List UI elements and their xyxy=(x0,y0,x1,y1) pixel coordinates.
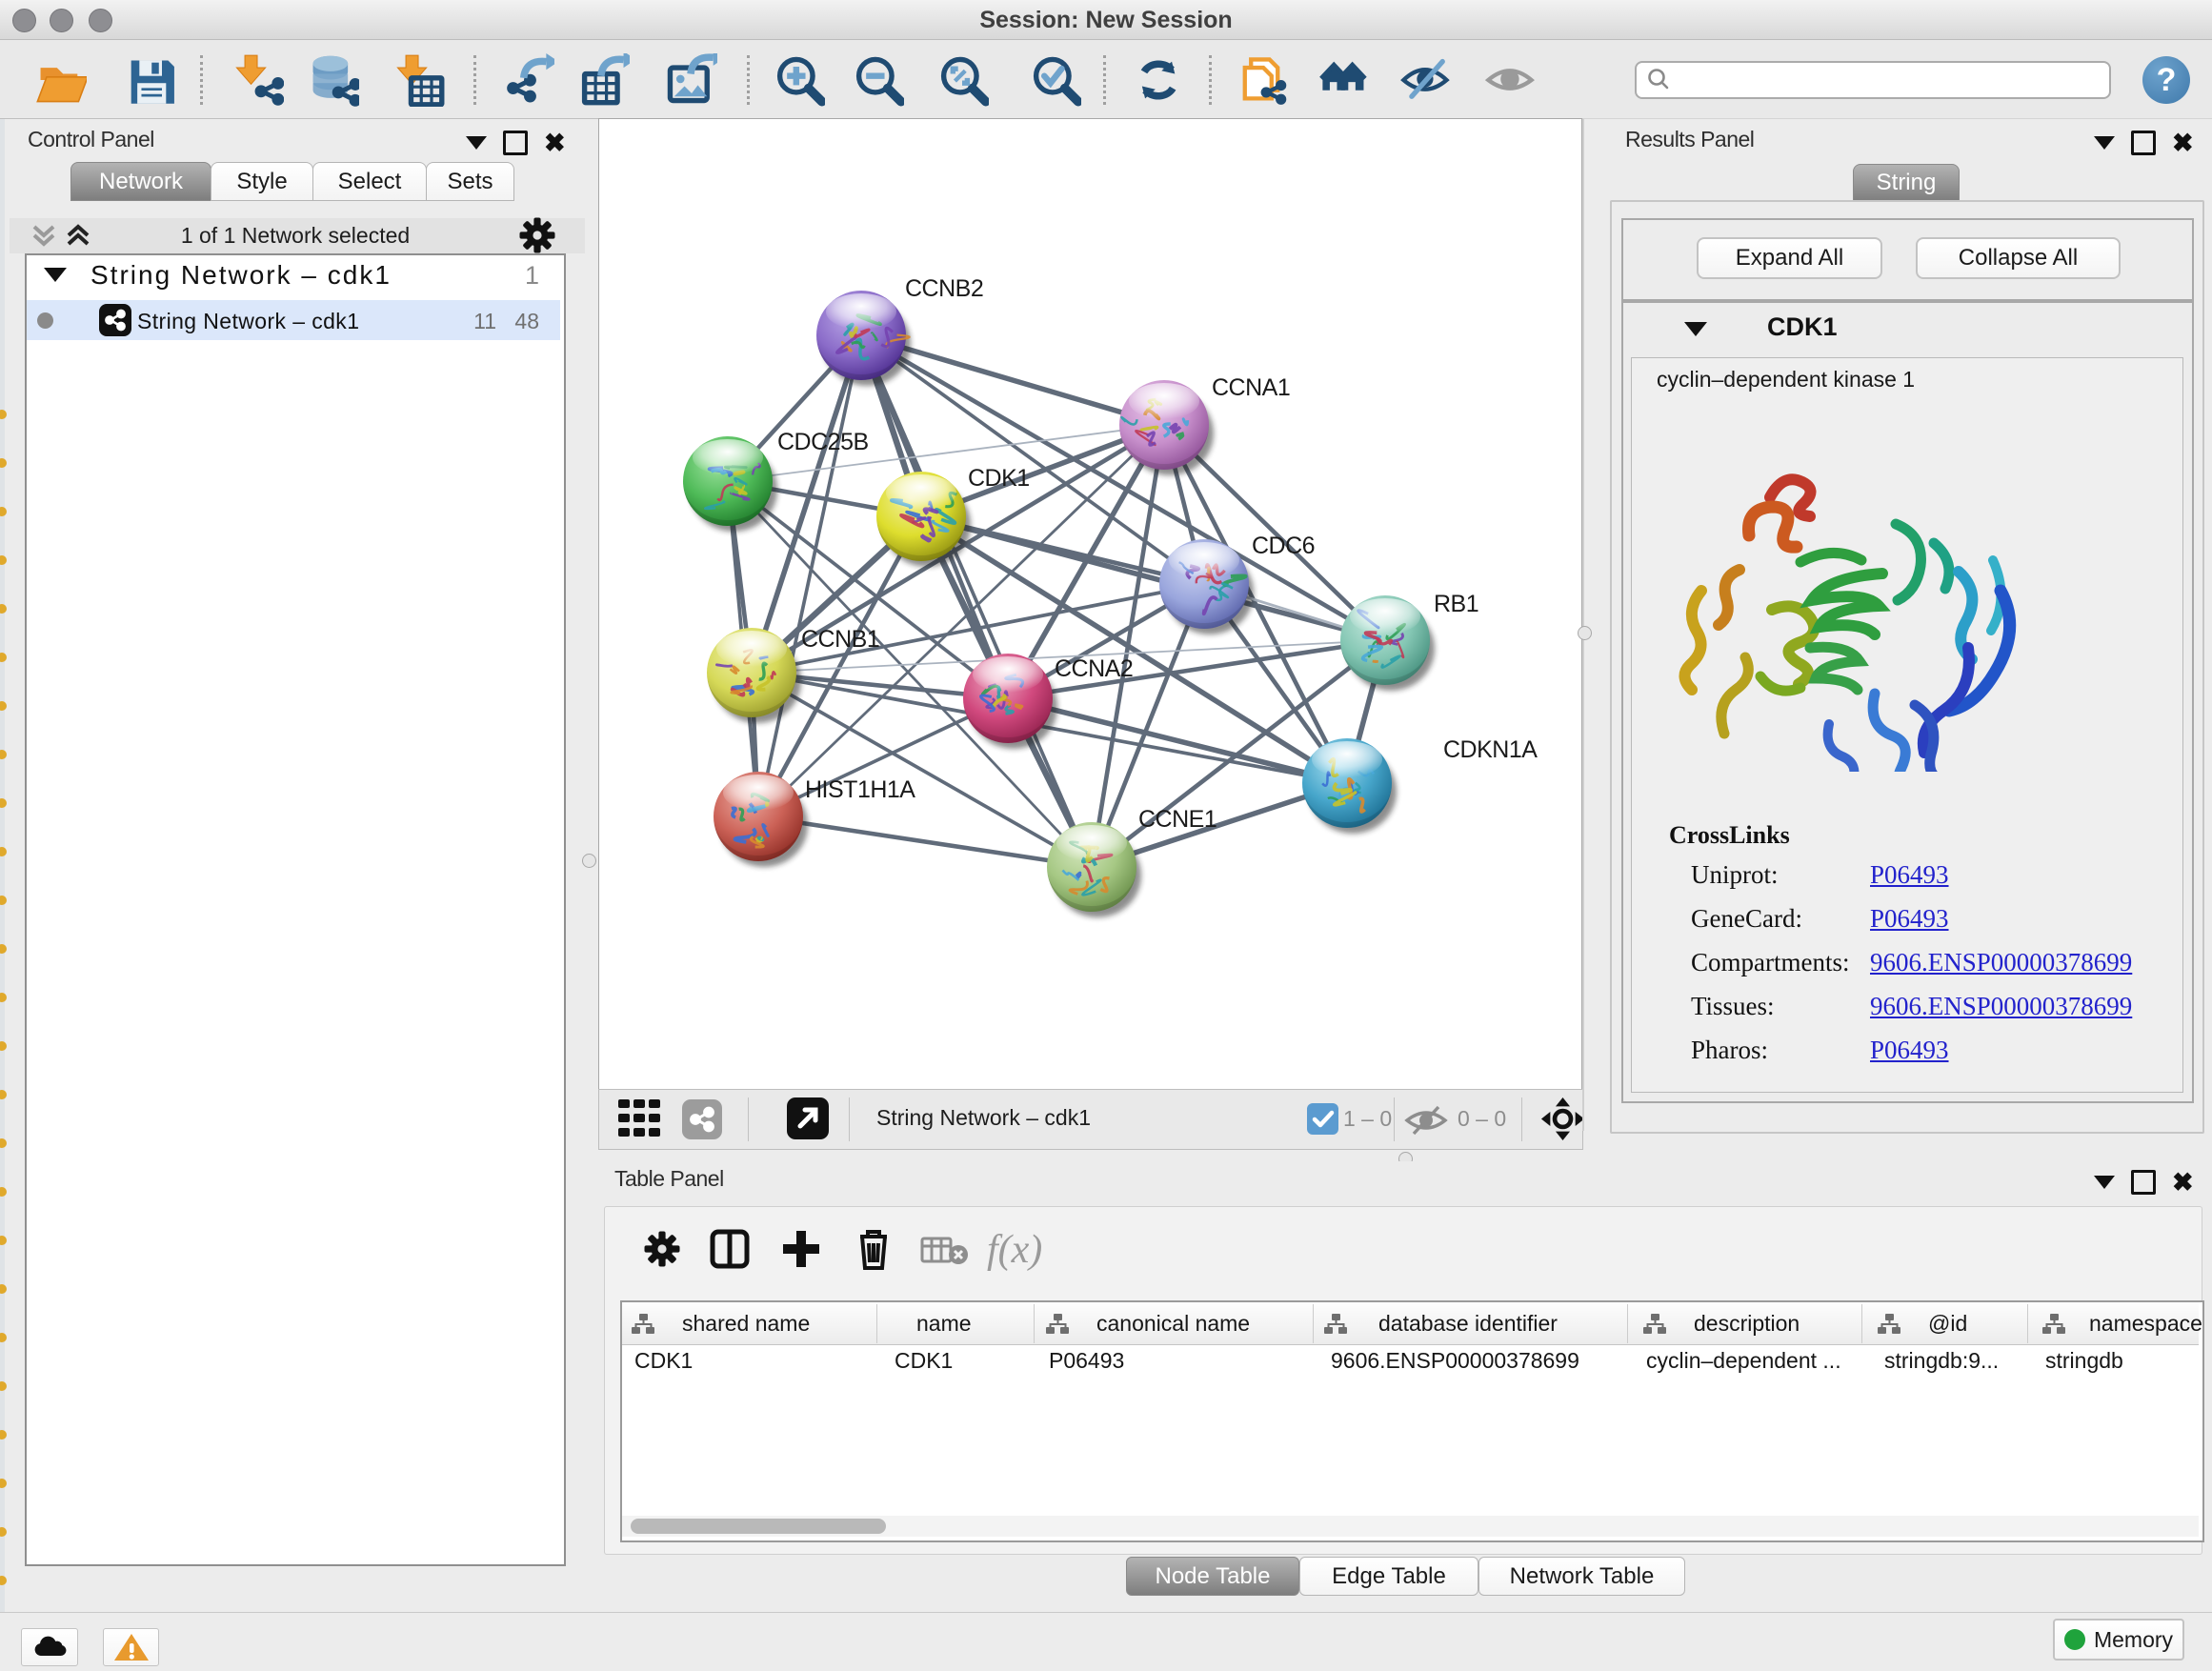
svg-text:RB1: RB1 xyxy=(1434,591,1478,617)
svg-text:CDKN1A: CDKN1A xyxy=(1443,736,1538,763)
svg-text:CDC6: CDC6 xyxy=(1252,533,1315,559)
svg-text:CCNA1: CCNA1 xyxy=(1212,374,1290,401)
svg-text:CCNB1: CCNB1 xyxy=(801,626,879,653)
svg-text:CCNB2: CCNB2 xyxy=(905,275,983,302)
svg-text:CDK1: CDK1 xyxy=(968,465,1030,492)
svg-text:CCNE1: CCNE1 xyxy=(1138,806,1217,833)
svg-text:HIST1H1A: HIST1H1A xyxy=(805,776,915,803)
svg-text:CCNA2: CCNA2 xyxy=(1055,655,1133,682)
svg-text:CDC25B: CDC25B xyxy=(777,429,869,455)
